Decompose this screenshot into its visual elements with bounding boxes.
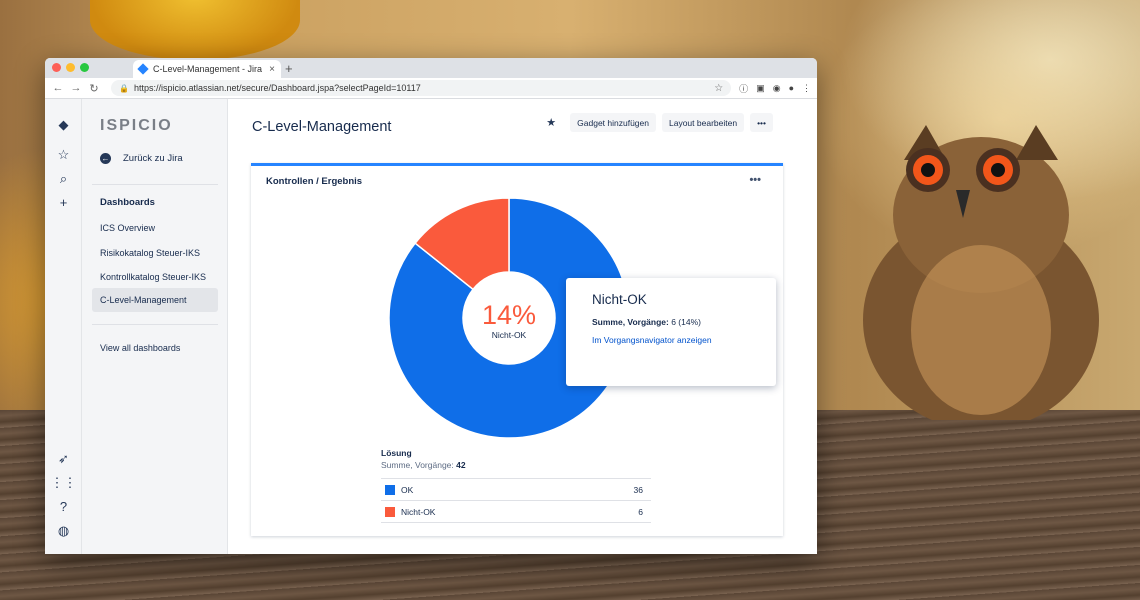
issue-navigator-link[interactable]: Im Vorgangsnavigator anzeigen	[592, 335, 750, 345]
help-icon[interactable]: ?	[45, 499, 82, 514]
tooltip-sum-value: 6 (14%)	[671, 317, 701, 327]
tooltip-sum: Summe, Vorgänge: 6 (14%)	[592, 317, 750, 327]
extension-info-icon[interactable]: ⓘ	[739, 82, 748, 95]
jira-app: ◆ ☆ ⌕ + ➶ ⋮⋮ ? ◍ ISPICIO ← Zurück zu Jir…	[45, 99, 817, 554]
arrow-left-icon: ←	[100, 153, 111, 164]
ispicio-logo: ISPICIO	[100, 117, 173, 134]
dashboard-main: C-Level-Management ★ Gadget hinzufügen L…	[228, 99, 817, 554]
divider	[92, 324, 218, 325]
forward-arrow-icon[interactable]: →	[69, 82, 83, 94]
address-bar: ← → ↻ 🔒 https://ispicio.atlassian.net/se…	[45, 78, 817, 99]
legend-swatch-nicht-ok	[385, 506, 395, 517]
maximize-window-button[interactable]	[80, 63, 89, 72]
global-nav-rail: ◆ ☆ ⌕ + ➶ ⋮⋮ ? ◍	[45, 99, 82, 554]
tab-bar: C-Level-Management - Jira × +	[45, 58, 817, 78]
close-window-button[interactable]	[52, 63, 61, 72]
profile-icon[interactable]: ●	[789, 83, 794, 93]
app-switcher-icon[interactable]: ⋮⋮	[45, 475, 82, 491]
search-icon[interactable]: ⌕	[45, 171, 82, 187]
sidebar-heading: Dashboards	[100, 197, 155, 208]
gadget-title: Kontrollen / Ergebnis	[266, 176, 363, 187]
chart-tooltip: Nicht-OK Summe, Vorgänge: 6 (14%) Im Vor…	[566, 278, 776, 386]
url-text: https://ispicio.atlassian.net/secure/Das…	[133, 83, 421, 93]
gadget-more-button[interactable]: •••	[749, 174, 761, 186]
project-sidebar: ISPICIO ← Zurück zu Jira Dashboards ICS …	[82, 99, 228, 554]
create-icon[interactable]: +	[45, 195, 82, 210]
extension-icon[interactable]: ▣	[756, 83, 765, 94]
avatar[interactable]: ◍	[45, 523, 82, 539]
page-title: C-Level-Management	[252, 119, 392, 135]
lock-icon: 🔒	[119, 83, 129, 93]
header-actions: ★ Gadget hinzufügen Layout bearbeiten ••…	[546, 113, 773, 132]
legend-table: OK 36 Nicht-OK 6	[381, 478, 651, 523]
extension-emoji-icon[interactable]: ◉	[773, 83, 781, 94]
sidebar-item-risikokatalog[interactable]: Risikokatalog Steuer-IKS	[92, 241, 218, 265]
pie-chart-gadget: 14% Nicht-OK Kontrollen / Ergebnis ••• Lö…	[251, 163, 783, 536]
legend-label: OK	[401, 484, 414, 495]
sidebar-item-kontrollkatalog[interactable]: Kontrollkatalog Steuer-IKS	[92, 265, 218, 289]
donut-center-percent: 14%	[482, 300, 536, 330]
window-controls	[52, 63, 89, 72]
sidebar-item-ics-overview[interactable]: ICS Overview	[92, 216, 218, 240]
legend-swatch-ok	[385, 484, 395, 495]
view-all-dashboards-link[interactable]: View all dashboards	[92, 336, 218, 360]
divider	[92, 184, 218, 185]
tooltip-sum-label: Summe, Vorgänge:	[592, 317, 669, 327]
new-tab-button[interactable]: +	[285, 61, 293, 76]
url-field[interactable]: 🔒 https://ispicio.atlassian.net/secure/D…	[111, 80, 732, 96]
browser-window: C-Level-Management - Jira × + ← → ↻ 🔒 ht…	[45, 58, 817, 554]
reload-icon[interactable]: ↻	[87, 82, 101, 95]
minimize-window-button[interactable]	[66, 63, 75, 72]
star-dashboard-icon[interactable]: ★	[546, 116, 556, 129]
legend-count: 6	[638, 506, 643, 517]
tab-close-icon[interactable]: ×	[269, 64, 275, 75]
starred-icon[interactable]: ☆	[45, 147, 82, 163]
browser-tab[interactable]: C-Level-Management - Jira ×	[133, 60, 281, 78]
sidebar-item-c-level-management[interactable]: C-Level-Management	[92, 288, 218, 312]
back-label: Zurück zu Jira	[123, 153, 183, 164]
tooltip-title: Nicht-OK	[592, 292, 647, 307]
bookmark-star-icon[interactable]: ☆	[714, 83, 723, 94]
legend-label: Nicht-OK	[401, 506, 436, 517]
legend-heading: Lösung	[381, 448, 412, 458]
legend-count: 36	[633, 484, 643, 495]
back-arrow-icon[interactable]: ←	[51, 82, 65, 94]
legend-row-ok[interactable]: OK 36	[381, 479, 651, 501]
donut-center-label: Nicht-OK	[492, 330, 527, 340]
more-actions-button[interactable]: •••	[750, 113, 773, 132]
back-to-jira-link[interactable]: ← Zurück zu Jira	[100, 153, 183, 164]
tab-title: C-Level-Management - Jira	[153, 64, 263, 74]
edit-layout-button[interactable]: Layout bearbeiten	[662, 113, 745, 132]
legend-sum: Summe, Vorgänge: 42	[381, 460, 466, 470]
jira-home-icon[interactable]: ◆	[45, 117, 82, 133]
rocket-icon[interactable]: ➶	[45, 451, 82, 467]
legend-row-nicht-ok[interactable]: Nicht-OK 6	[381, 501, 651, 523]
legend-sum-label: Summe, Vorgänge:	[381, 460, 454, 470]
jira-icon	[137, 63, 149, 75]
legend-sum-value: 42	[456, 460, 466, 470]
add-gadget-button[interactable]: Gadget hinzufügen	[570, 113, 656, 132]
browser-menu-icon[interactable]: ⋮	[802, 83, 811, 94]
owl-image	[863, 125, 1099, 420]
